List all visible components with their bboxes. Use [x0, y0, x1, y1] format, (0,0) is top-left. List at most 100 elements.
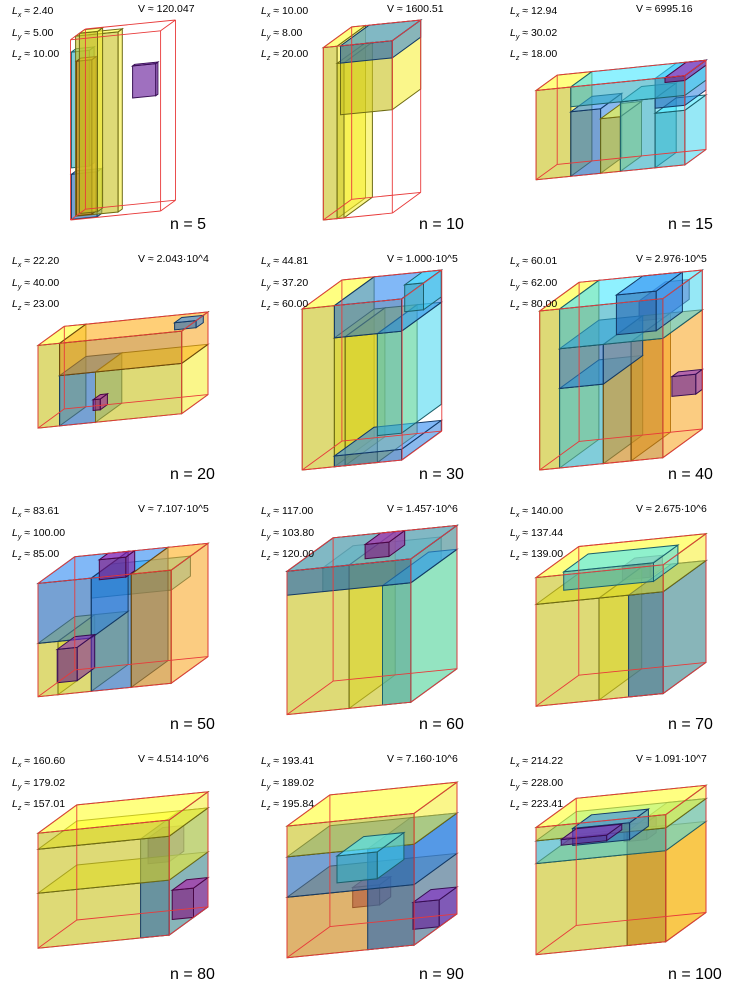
dimension-value: ≈ 83.61 [21, 505, 60, 517]
dimension-value: ≈ 18.00 [519, 48, 558, 61]
dimension-value: ≈ 37.20 [270, 276, 309, 289]
box-side-face [117, 27, 123, 213]
container-dimensions: Lx ≈ 140.00 Ly ≈ 137.44 Lz ≈ 139.00 [510, 503, 563, 568]
dimension-value: ≈ 103.80 [270, 526, 315, 539]
box-front-face [654, 109, 686, 169]
dimension-lz: Lz ≈ 23.00 [12, 298, 60, 313]
box-front-face [37, 577, 92, 644]
box-front-face [671, 373, 697, 397]
dimension-lx: Lx ≈ 44.81 [261, 255, 309, 270]
dimension-lz: Lz ≈ 120.00 [261, 548, 315, 563]
item-count-label: n = 20 [170, 466, 215, 483]
dimension-value: ≈ 12.94 [519, 5, 558, 17]
item-count-label: n = 80 [170, 966, 215, 983]
container-dimensions: Lx ≈ 214.22 Ly ≈ 228.00 Lz ≈ 223.41 [510, 753, 563, 818]
box-front-face [615, 290, 657, 336]
dimension-value: ≈ 195.84 [270, 798, 315, 811]
container-dimensions: Lx ≈ 60.01 Ly ≈ 62.00 Lz ≈ 80.00 [510, 253, 557, 318]
box-front-face [570, 108, 602, 177]
dimension-lx: Lx ≈ 22.20 [12, 255, 60, 270]
box-side-face [97, 26, 104, 213]
dimension-value: ≈ 2.40 [21, 5, 54, 17]
dimension-lz: Lz ≈ 195.84 [261, 798, 315, 813]
volume-label: V ≈ 1.000·10^5 [387, 253, 458, 265]
panel-n-80: Lx ≈ 160.60 Ly ≈ 179.02 Lz ≈ 157.01 V ≈ 4.5… [0, 750, 249, 1000]
container-dimensions: Lx ≈ 193.41 Ly ≈ 189.02 Lz ≈ 195.84 [261, 753, 314, 818]
dimension-ly: Ly ≈ 137.44 [510, 526, 564, 541]
item-count-label: n = 15 [668, 216, 713, 233]
dimension-lx: Lx ≈ 160.60 [12, 755, 66, 770]
dimension-ly: Ly ≈ 179.02 [12, 776, 66, 791]
item-count-label: n = 60 [419, 716, 464, 733]
item-count-label: n = 90 [419, 966, 464, 983]
dimension-value: ≈ 10.00 [270, 5, 309, 17]
box-front-face [404, 282, 424, 313]
dimension-value: ≈ 157.01 [21, 798, 66, 811]
panel-n-5: Lx ≈ 2.40 Ly ≈ 5.00 Lz ≈ 10.00 V ≈ 120.047 n… [0, 0, 249, 250]
dimension-value: ≈ 117.00 [270, 505, 314, 517]
dimension-lz: Lz ≈ 10.00 [12, 48, 60, 63]
panel-n-100: Lx ≈ 214.22 Ly ≈ 228.00 Lz ≈ 223.41 V ≈ 1.0… [498, 750, 747, 1000]
item-count-label: n = 100 [668, 966, 722, 983]
dimension-value: ≈ 179.02 [21, 776, 66, 789]
dimension-value: ≈ 228.00 [519, 776, 564, 789]
dimension-lx: Lx ≈ 60.01 [510, 255, 558, 270]
container-edge [85, 19, 176, 30]
dimension-lx: Lx ≈ 12.94 [510, 5, 558, 20]
volume-label: V ≈ 1600.51 [387, 3, 444, 15]
container-dimensions: Lx ≈ 12.94 Ly ≈ 30.02 Lz ≈ 18.00 [510, 3, 557, 68]
container-dimensions: Lx ≈ 2.40 Ly ≈ 5.00 Lz ≈ 10.00 [12, 3, 59, 68]
dimension-value: ≈ 85.00 [21, 548, 60, 561]
volume-label: V ≈ 7.160·10^6 [387, 753, 458, 765]
panel-n-20: Lx ≈ 22.20 Ly ≈ 40.00 Lz ≈ 23.00 V ≈ 2.043·… [0, 250, 249, 500]
container-dimensions: Lx ≈ 83.61 Ly ≈ 100.00 Lz ≈ 85.00 [12, 503, 65, 568]
dimension-value: ≈ 139.00 [519, 548, 564, 561]
dimension-value: ≈ 214.22 [519, 755, 564, 767]
item-count-label: n = 5 [170, 216, 207, 233]
panel-n-70: Lx ≈ 140.00 Ly ≈ 137.44 Lz ≈ 139.00 V ≈ 2.6… [498, 500, 747, 750]
dimension-ly: Ly ≈ 40.00 [12, 276, 60, 291]
dimension-ly: Ly ≈ 103.80 [261, 526, 315, 541]
dimension-ly: Ly ≈ 228.00 [510, 776, 564, 791]
dimension-lx: Lx ≈ 10.00 [261, 5, 309, 20]
volume-label: V ≈ 1.457·10^6 [387, 503, 458, 515]
item-count-label: n = 40 [668, 466, 713, 483]
volume-label: V ≈ 2.675·10^6 [636, 503, 707, 515]
dimension-value: ≈ 137.44 [519, 526, 564, 539]
container-dimensions: Lx ≈ 22.20 Ly ≈ 40.00 Lz ≈ 23.00 [12, 253, 59, 318]
dimension-ly: Ly ≈ 5.00 [12, 26, 54, 41]
packing-results-grid: Lx ≈ 2.40 Ly ≈ 5.00 Lz ≈ 10.00 V ≈ 120.047 n… [0, 0, 747, 1000]
box-front-face [539, 308, 561, 471]
dimension-lx: Lx ≈ 117.00 [261, 505, 314, 520]
dimension-value: ≈ 100.00 [21, 526, 66, 539]
item-count-label: n = 10 [419, 216, 464, 233]
dimension-value: ≈ 160.60 [21, 755, 66, 767]
panel-n-15: Lx ≈ 12.94 Ly ≈ 30.02 Lz ≈ 18.00 V ≈ 6995.1… [498, 0, 747, 250]
dimension-lx: Lx ≈ 140.00 [510, 505, 564, 520]
box-front-face [78, 30, 98, 215]
box-front-face [171, 887, 194, 921]
dimension-lx: Lx ≈ 193.41 [261, 755, 315, 770]
panel-n-90: Lx ≈ 193.41 Ly ≈ 189.02 Lz ≈ 195.84 V ≈ 7.1… [249, 750, 498, 1000]
dimension-value: ≈ 5.00 [21, 26, 54, 39]
box-front-face [130, 569, 172, 688]
box-front-face [132, 63, 157, 99]
dimension-lz: Lz ≈ 139.00 [510, 548, 564, 563]
volume-label: V ≈ 1.091·10^7 [636, 753, 707, 765]
dimension-ly: Ly ≈ 100.00 [12, 526, 66, 541]
box-front-face [92, 398, 101, 412]
dimension-lz: Lz ≈ 157.01 [12, 798, 66, 813]
panel-n-40: Lx ≈ 60.01 Ly ≈ 62.00 Lz ≈ 80.00 V ≈ 2.976·… [498, 250, 747, 500]
dimension-ly: Ly ≈ 30.02 [510, 26, 558, 41]
dimension-value: ≈ 40.00 [21, 276, 60, 289]
box-front-face [559, 383, 604, 469]
container-dimensions: Lx ≈ 160.60 Ly ≈ 179.02 Lz ≈ 157.01 [12, 753, 65, 818]
volume-label: V ≈ 120.047 [138, 3, 195, 15]
box-front-face [619, 97, 656, 172]
dimension-value: ≈ 10.00 [21, 48, 60, 61]
box-front-face [376, 330, 403, 437]
dimension-value: ≈ 8.00 [270, 26, 303, 39]
panel-n-60: Lx ≈ 117.00 Ly ≈ 103.80 Lz ≈ 120.00 V ≈ 1.4… [249, 500, 498, 750]
box-front-face [535, 597, 600, 707]
dimension-value: ≈ 62.00 [519, 276, 558, 289]
